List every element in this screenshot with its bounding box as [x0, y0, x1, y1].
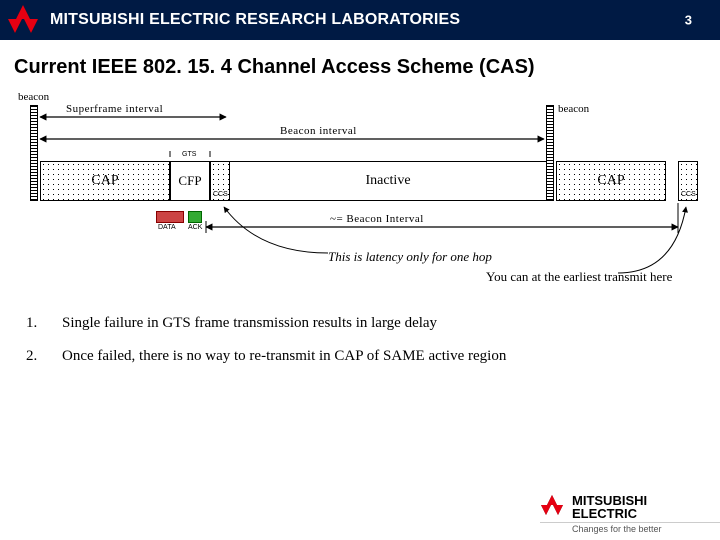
point-row: 2. Once failed, there is no way to re-tr… — [26, 348, 720, 365]
beacon-interval-label: Beacon interval — [280, 125, 357, 137]
beacon-label-right: beacon — [558, 103, 589, 115]
mitsubishi-logo-icon — [6, 3, 40, 37]
ccs-label-2: CCS — [681, 191, 696, 198]
inactive-region: Inactive — [230, 161, 546, 201]
points-list: 1. Single failure in GTS frame transmiss… — [26, 315, 720, 365]
footer-brand: MITSUBISHI ELECTRIC — [540, 494, 720, 520]
approx-beacon-interval-label: ~= Beacon Interval — [330, 213, 424, 225]
footer-brand-line2: ELECTRIC — [572, 507, 647, 520]
cap-label-1: CAP — [91, 173, 118, 189]
slide-title: Current IEEE 802. 15. 4 Channel Access S… — [14, 56, 720, 79]
point-number: 1. — [26, 315, 62, 332]
footer-tagline: Changes for the better — [540, 522, 720, 534]
header-org: MITSUBISHI ELECTRIC RESEARCH LABORATORIE… — [50, 11, 460, 29]
cap-region-2: CAP — [556, 161, 666, 201]
earliest-transmit-note: You can at the earliest transmit here — [486, 269, 672, 285]
point-row: 1. Single failure in GTS frame transmiss… — [26, 315, 720, 332]
header-bar: MITSUBISHI ELECTRIC RESEARCH LABORATORIE… — [0, 0, 720, 40]
cfp-label: CFP — [178, 173, 201, 189]
data-packet-icon — [156, 211, 184, 223]
superframe-interval-label: Superframe interval — [66, 103, 163, 115]
point-text: Once failed, there is no way to re-trans… — [62, 348, 506, 365]
inactive-label: Inactive — [365, 173, 410, 189]
point-number: 2. — [26, 348, 62, 365]
point-text: Single failure in GTS frame transmission… — [62, 315, 437, 332]
timing-diagram: beacon Superframe interval Beacon interv… — [18, 91, 710, 281]
gts-label: GTS — [182, 151, 196, 158]
latency-note: This is latency only for one hop — [328, 249, 492, 265]
ack-packet-icon — [188, 211, 202, 223]
cap-region-1: CAP — [40, 161, 170, 201]
data-label: DATA — [158, 224, 176, 231]
beacon-marker-1 — [30, 105, 38, 201]
ack-label: ACK — [188, 224, 202, 231]
cap-label-2: CAP — [597, 173, 624, 189]
ccs-label-1: CCS — [213, 191, 228, 198]
beacon-label-left: beacon — [18, 91, 49, 103]
cfp-region: CFP — [170, 161, 210, 201]
page-number: 3 — [685, 13, 692, 28]
footer: MITSUBISHI ELECTRIC Changes for the bett… — [540, 494, 720, 534]
beacon-marker-2 — [546, 105, 554, 201]
mitsubishi-logo-icon — [540, 495, 568, 519]
